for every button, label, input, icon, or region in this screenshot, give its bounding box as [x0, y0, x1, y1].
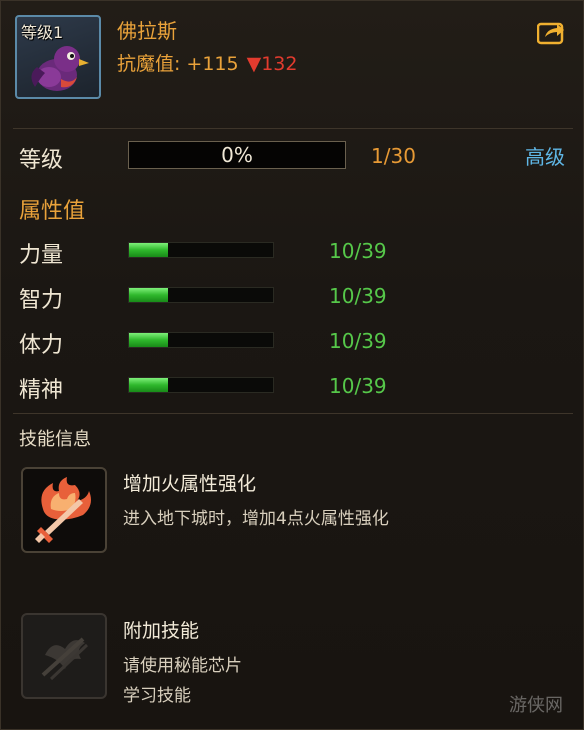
skill-desc-2-line1: 请使用秘能芯片 [123, 656, 242, 676]
stat-value-spirit: 10/39 [329, 374, 387, 398]
stat-bar-vitality [128, 332, 274, 348]
stat-bar-intelligence [128, 287, 274, 303]
attributes-title: 属性值 [19, 199, 86, 224]
skill-slot-2[interactable] [21, 613, 107, 699]
stat-bar-spirit [128, 377, 274, 393]
magic-resist-down: ▼132 [246, 53, 298, 75]
stat-fill [129, 378, 168, 392]
stat-bar-strength [128, 242, 274, 258]
stat-label-strength: 力量 [19, 243, 64, 268]
experience-count: 1/30 [371, 144, 416, 168]
skill-name-2: 附加技能 [123, 620, 200, 642]
pet-info-panel: 等级1 佛拉斯 抗魔值: +115 ▼132 等级 0% 1/30 高级 属性值 力… [0, 0, 584, 730]
watermark: 游侠网 [509, 695, 563, 716]
level-label: 等级 [19, 148, 64, 173]
stat-label-spirit: 精神 [19, 378, 64, 403]
pet-name: 佛拉斯 [117, 19, 177, 43]
magic-resist-plus: +115 [186, 53, 239, 75]
locked-skill-icon [41, 637, 89, 681]
stat-label-vitality: 体力 [19, 333, 64, 358]
stat-value-intelligence: 10/39 [329, 284, 387, 308]
pet-portrait[interactable]: 等级1 [15, 15, 101, 99]
stat-fill [129, 243, 168, 257]
magic-resist-label: 抗魔值: [117, 53, 181, 75]
share-icon[interactable] [537, 19, 565, 45]
experience-bar: 0% [128, 141, 346, 169]
stat-label-intelligence: 智力 [19, 288, 64, 313]
skill-name-1: 增加火属性强化 [123, 473, 257, 495]
divider-skills [13, 413, 573, 414]
bird-pet-icon [31, 46, 89, 91]
skill-desc-1: 进入地下城时，增加4点火属性强化 [123, 509, 389, 529]
skill-desc-2-line2: 学习技能 [123, 686, 191, 706]
stat-fill [129, 288, 168, 302]
pet-level-badge: 等级1 [21, 23, 64, 42]
fire-sword-icon [35, 477, 91, 543]
stat-value-strength: 10/39 [329, 239, 387, 263]
magic-resist-row: 抗魔值: +115 ▼132 [117, 49, 297, 76]
skills-title: 技能信息 [19, 429, 91, 450]
divider-top [13, 128, 573, 129]
stat-fill [129, 333, 168, 347]
stat-value-vitality: 10/39 [329, 329, 387, 353]
skill-slot-1[interactable] [21, 467, 107, 553]
advanced-link[interactable]: 高级 [525, 141, 565, 170]
